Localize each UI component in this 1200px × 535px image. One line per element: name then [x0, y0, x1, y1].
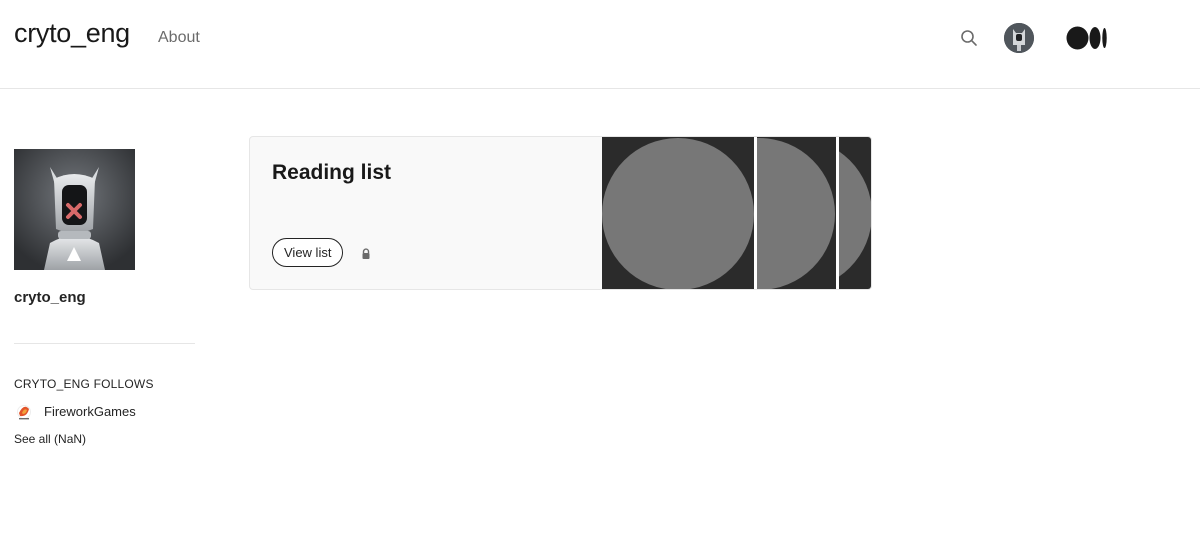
search-icon[interactable]	[959, 28, 979, 48]
reading-list-thumbnails	[602, 137, 871, 289]
robot-avatar-icon	[1004, 23, 1034, 53]
profile-picture	[14, 149, 135, 270]
robot-profile-image	[14, 149, 135, 270]
firework-games-icon	[17, 405, 31, 420]
follow-item-fireworkgames[interactable]: FireworkGames	[14, 401, 136, 421]
follow-item-label: FireworkGames	[44, 403, 136, 419]
sidebar-divider	[14, 343, 195, 344]
profile-name[interactable]: cryto_eng	[14, 289, 86, 306]
user-avatar[interactable]	[1004, 23, 1034, 53]
site-brand[interactable]: cryto_eng	[14, 18, 130, 49]
nav-about-link[interactable]: About	[158, 29, 200, 47]
top-bar: cryto_eng About	[0, 0, 1200, 89]
view-list-button[interactable]: View list	[272, 238, 344, 267]
lock-icon	[362, 248, 370, 259]
reading-list-card[interactable]: Reading list View list	[249, 136, 872, 290]
reading-list-title[interactable]: Reading list	[272, 161, 391, 185]
see-all-follows-link[interactable]: See all (NaN)	[14, 432, 86, 446]
follows-heading: CRYTO_ENG FOLLOWS	[14, 377, 154, 391]
medium-logo-icon[interactable]	[1066, 26, 1108, 50]
